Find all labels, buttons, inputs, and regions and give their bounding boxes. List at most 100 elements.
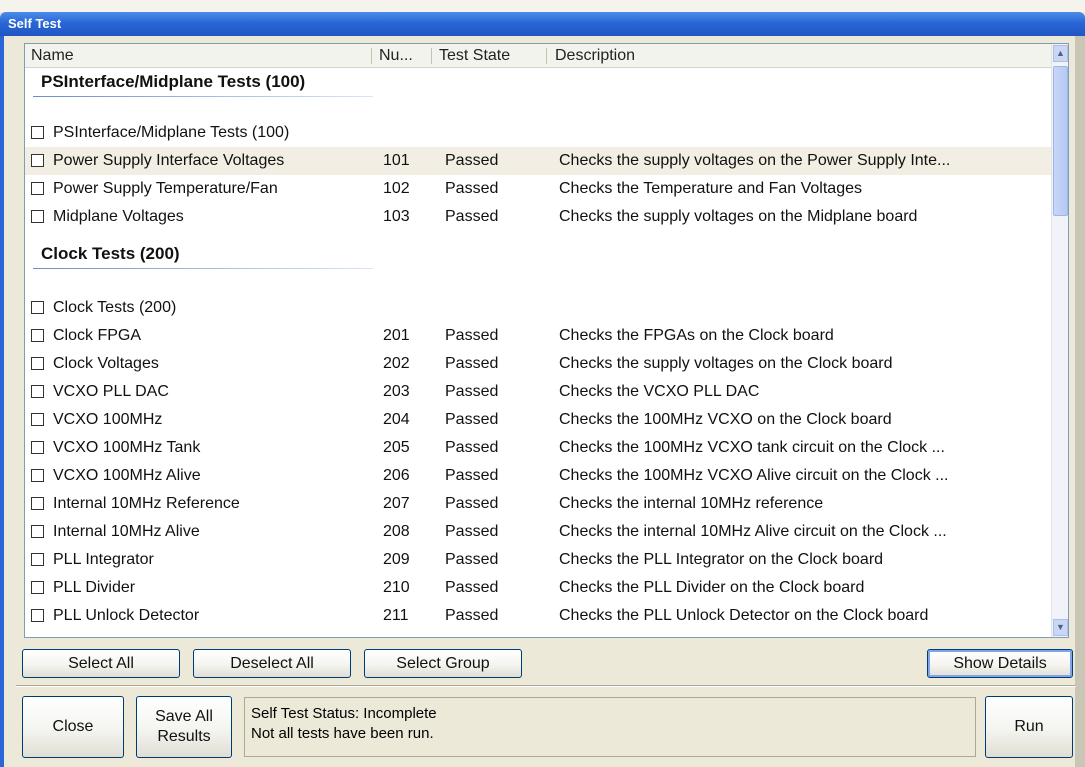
checkbox[interactable] <box>31 609 44 622</box>
test-description: Checks the Temperature and Fan Voltages <box>559 180 862 197</box>
select-all-button[interactable]: Select All <box>22 649 180 678</box>
test-state: Passed <box>445 551 499 568</box>
group-underline <box>33 268 373 269</box>
list-item[interactable]: Power Supply Interface Voltages 101 Pass… <box>25 147 1053 175</box>
test-name: Clock Voltages <box>53 355 159 372</box>
test-description: Checks the 100MHz VCXO tank circuit on t… <box>559 439 945 456</box>
test-list[interactable]: Name Nu... Test State Description PSInte… <box>24 43 1069 638</box>
checkbox[interactable] <box>31 441 44 454</box>
list-item[interactable]: VCXO PLL DAC 203 Passed Checks the VCXO … <box>25 378 1053 406</box>
status-box: Self Test Status: Incomplete Not all tes… <box>244 697 976 757</box>
test-state: Passed <box>445 355 499 372</box>
test-state: Passed <box>445 523 499 540</box>
list-item[interactable]: Power Supply Temperature/Fan 102 Passed … <box>25 175 1053 203</box>
column-header-state[interactable]: Test State <box>433 44 545 68</box>
test-state: Passed <box>445 411 499 428</box>
scroll-down-icon[interactable]: ▼ <box>1053 619 1068 636</box>
list-item[interactable]: VCXO 100MHz 204 Passed Checks the 100MHz… <box>25 406 1053 434</box>
scroll-thumb[interactable] <box>1053 66 1068 216</box>
save-all-label-line1: Save All <box>155 708 213 725</box>
test-number: 102 <box>383 180 410 197</box>
list-item[interactable]: PLL Divider 210 Passed Checks the PLL Di… <box>25 574 1053 602</box>
checkbox[interactable] <box>31 385 44 398</box>
list-item[interactable]: PSInterface/Midplane Tests (100) <box>25 119 1053 147</box>
test-name: VCXO 100MHz Alive <box>53 467 201 484</box>
column-header-name[interactable]: Name <box>25 44 370 68</box>
checkbox[interactable] <box>31 581 44 594</box>
checkbox[interactable] <box>31 469 44 482</box>
test-name: Clock Tests (200) <box>53 299 177 316</box>
window-title: Self Test <box>8 16 62 31</box>
list-item[interactable]: Clock Voltages 202 Passed Checks the sup… <box>25 350 1053 378</box>
column-divider[interactable] <box>431 48 432 64</box>
title-bar[interactable]: Self Test <box>0 12 1085 36</box>
test-description: Checks the FPGAs on the Clock board <box>559 327 834 344</box>
test-description: Checks the supply voltages on the Power … <box>559 152 951 169</box>
list-item[interactable]: Internal 10MHz Reference 207 Passed Chec… <box>25 490 1053 518</box>
test-name: Internal 10MHz Alive <box>53 523 200 540</box>
checkbox[interactable] <box>31 413 44 426</box>
list-item[interactable]: VCXO 100MHz Tank 205 Passed Checks the 1… <box>25 434 1053 462</box>
group-title: PSInterface/Midplane Tests (100) <box>41 72 306 91</box>
column-divider[interactable] <box>546 48 547 64</box>
close-button[interactable]: Close <box>22 696 124 758</box>
test-description: Checks the internal 10MHz Alive circuit … <box>559 523 947 540</box>
checkbox[interactable] <box>31 126 44 139</box>
test-state: Passed <box>445 327 499 344</box>
vertical-scrollbar[interactable]: ▲ ▼ <box>1051 44 1068 637</box>
run-button[interactable]: Run <box>985 696 1073 758</box>
checkbox[interactable] <box>31 210 44 223</box>
list-item[interactable]: VCXO 100MHz Alive 206 Passed Checks the … <box>25 462 1053 490</box>
column-divider[interactable] <box>371 48 372 64</box>
list-item[interactable]: Internal 10MHz Alive 208 Passed Checks t… <box>25 518 1053 546</box>
checkbox[interactable] <box>31 497 44 510</box>
test-state: Passed <box>445 208 499 225</box>
test-description: Checks the 100MHz VCXO Alive circuit on … <box>559 467 949 484</box>
select-group-button[interactable]: Select Group <box>364 649 522 678</box>
group-title: Clock Tests (200) <box>41 244 180 263</box>
test-number: 201 <box>383 327 410 344</box>
deselect-all-button[interactable]: Deselect All <box>193 649 351 678</box>
list-item[interactable]: Clock Tests (200) <box>25 294 1053 322</box>
test-number: 207 <box>383 495 410 512</box>
test-description: Checks the supply voltages on the Midpla… <box>559 208 918 225</box>
test-name: Power Supply Interface Voltages <box>53 152 285 169</box>
show-details-button[interactable]: Show Details <box>927 649 1073 678</box>
test-number: 204 <box>383 411 410 428</box>
group-header: PSInterface/Midplane Tests (100) <box>25 70 1053 98</box>
column-header-number[interactable]: Nu... <box>373 44 429 68</box>
checkbox[interactable] <box>31 357 44 370</box>
list-rows: PSInterface/Midplane Tests (100) PSInter… <box>25 68 1053 637</box>
group-header: Clock Tests (200) <box>25 242 1053 270</box>
test-name: VCXO 100MHz <box>53 411 163 428</box>
checkbox[interactable] <box>31 553 44 566</box>
group-underline <box>33 96 373 97</box>
save-all-label-line2: Results <box>157 728 211 745</box>
list-header: Name Nu... Test State Description <box>25 44 1053 68</box>
test-description: Checks the PLL Integrator on the Clock b… <box>559 551 884 568</box>
column-header-description[interactable]: Description <box>549 44 1049 68</box>
checkbox[interactable] <box>31 329 44 342</box>
list-item[interactable]: PLL Unlock Detector 211 Passed Checks th… <box>25 602 1053 630</box>
status-line-2: Not all tests have been run. <box>251 725 434 742</box>
test-number: 103 <box>383 208 410 225</box>
checkbox[interactable] <box>31 301 44 314</box>
save-all-results-button[interactable]: Save All Results <box>136 696 232 758</box>
checkbox[interactable] <box>31 182 44 195</box>
list-item[interactable]: Clock FPGA 201 Passed Checks the FPGAs o… <box>25 322 1053 350</box>
checkbox[interactable] <box>31 525 44 538</box>
scroll-up-icon[interactable]: ▲ <box>1053 45 1068 62</box>
test-number: 209 <box>383 551 410 568</box>
checkbox[interactable] <box>31 154 44 167</box>
test-state: Passed <box>445 383 499 400</box>
test-number: 211 <box>383 607 409 624</box>
test-description: Checks the PLL Divider on the Clock boar… <box>559 579 865 596</box>
test-number: 206 <box>383 467 410 484</box>
test-name: VCXO 100MHz Tank <box>53 439 201 456</box>
test-name: Internal 10MHz Reference <box>53 495 240 512</box>
test-description: Checks the VCXO PLL DAC <box>559 383 760 400</box>
list-item[interactable]: Midplane Voltages 103 Passed Checks the … <box>25 203 1053 231</box>
status-line-1: Self Test Status: Incomplete <box>251 705 437 722</box>
test-name: VCXO PLL DAC <box>53 383 169 400</box>
list-item[interactable]: PLL Integrator 209 Passed Checks the PLL… <box>25 546 1053 574</box>
